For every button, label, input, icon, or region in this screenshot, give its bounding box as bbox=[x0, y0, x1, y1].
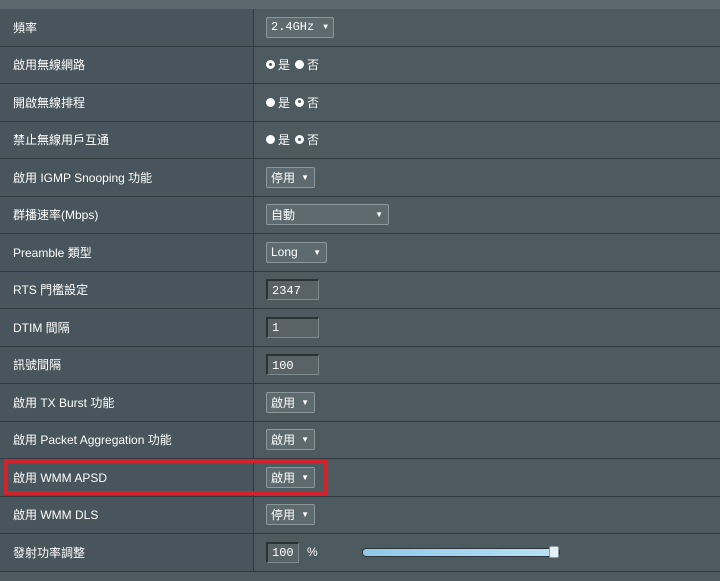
multicast-rate-label: 群播速率(Mbps) bbox=[0, 196, 254, 233]
wireless-schedule-value-cell: 是 否 bbox=[254, 84, 720, 121]
wireless-schedule-yes-label: 是 bbox=[278, 95, 291, 110]
chevron-down-icon: ▼ bbox=[301, 472, 309, 482]
frequency-select-value: 2.4GHz bbox=[271, 20, 315, 35]
client-isolation-value-cell: 是 否 bbox=[254, 121, 720, 158]
wmm-apsd-label: 啟用 WMM APSD bbox=[0, 459, 254, 496]
row-client-isolation: 禁止無線用戶互通 是 否 bbox=[0, 121, 720, 159]
enable-wireless-label: 啟用無線網路 bbox=[0, 46, 254, 83]
packet-aggregation-select[interactable]: 啟用 ▼ bbox=[266, 429, 315, 451]
wmm-apsd-value-cell: 啟用 ▼ bbox=[254, 459, 720, 496]
multicast-rate-select[interactable]: 自動 ▼ bbox=[266, 204, 389, 226]
dtim-interval-label: DTIM 間隔 bbox=[0, 309, 254, 346]
wmm-apsd-select[interactable]: 啟用 ▼ bbox=[266, 466, 315, 488]
igmp-snooping-select[interactable]: 停用 ▼ bbox=[266, 166, 315, 188]
chevron-down-icon: ▼ bbox=[375, 210, 383, 220]
row-wmm-apsd: 啟用 WMM APSD 啟用 ▼ bbox=[0, 459, 720, 497]
client-isolation-label: 禁止無線用戶互通 bbox=[0, 121, 254, 158]
tx-power-label: 發射功率調整 bbox=[0, 534, 254, 571]
wireless-settings-table: 頻率 2.4GHz ▼ 啟用無線網路 是 否 開啟無線排程 是 否 禁止無線用戶… bbox=[0, 9, 720, 572]
tx-burst-value-cell: 啟用 ▼ bbox=[254, 384, 720, 421]
row-preamble-type: Preamble 類型 Long ▼ bbox=[0, 234, 720, 272]
tx-power-slider-handle[interactable] bbox=[548, 545, 559, 558]
row-dtim-interval: DTIM 間隔 1 bbox=[0, 309, 720, 347]
tx-power-unit: % bbox=[307, 545, 318, 560]
row-beacon-interval: 訊號間隔 100 bbox=[0, 346, 720, 384]
chevron-down-icon: ▼ bbox=[323, 22, 328, 32]
row-frequency: 頻率 2.4GHz ▼ bbox=[0, 9, 720, 47]
frequency-value-cell: 2.4GHz ▼ bbox=[254, 9, 720, 46]
beacon-interval-input[interactable]: 100 bbox=[266, 354, 319, 376]
chevron-down-icon: ▼ bbox=[301, 435, 309, 445]
wireless-schedule-no-label: 否 bbox=[307, 95, 320, 110]
preamble-type-select-value: Long bbox=[271, 245, 298, 260]
row-tx-power: 發射功率調整 100 % bbox=[0, 534, 720, 572]
beacon-interval-label: 訊號間隔 bbox=[0, 346, 254, 383]
client-isolation-radio-group: 是 否 bbox=[266, 131, 321, 148]
wireless-schedule-label: 開啟無線排程 bbox=[0, 84, 254, 121]
client-isolation-no-radio[interactable] bbox=[295, 135, 305, 145]
enable-wireless-no-label: 否 bbox=[307, 58, 320, 73]
tx-burst-select[interactable]: 啟用 ▼ bbox=[266, 391, 315, 413]
igmp-snooping-value-cell: 停用 ▼ bbox=[254, 159, 720, 196]
client-isolation-no-label: 否 bbox=[307, 133, 320, 148]
row-multicast-rate: 群播速率(Mbps) 自動 ▼ bbox=[0, 196, 720, 234]
tx-burst-select-value: 啟用 bbox=[271, 395, 296, 410]
wmm-dls-label: 啟用 WMM DLS bbox=[0, 496, 254, 533]
enable-wireless-yes-radio[interactable] bbox=[266, 60, 275, 70]
tx-burst-label: 啟用 TX Burst 功能 bbox=[0, 384, 254, 421]
frequency-label: 頻率 bbox=[0, 9, 254, 46]
chevron-down-icon: ▼ bbox=[301, 172, 309, 182]
row-rts-threshold: RTS 門檻設定 2347 bbox=[0, 271, 720, 309]
row-enable-wireless: 啟用無線網路 是 否 bbox=[0, 46, 720, 84]
rts-threshold-input[interactable]: 2347 bbox=[266, 279, 319, 301]
preamble-type-select[interactable]: Long ▼ bbox=[266, 241, 327, 263]
wireless-schedule-radio-group: 是 否 bbox=[266, 94, 321, 111]
rts-threshold-value-cell: 2347 bbox=[254, 271, 720, 308]
rts-threshold-label: RTS 門檻設定 bbox=[0, 271, 254, 308]
multicast-rate-select-value: 自動 bbox=[271, 208, 296, 223]
chevron-down-icon: ▼ bbox=[313, 247, 321, 257]
preamble-type-label: Preamble 類型 bbox=[0, 234, 254, 271]
igmp-snooping-label: 啟用 IGMP Snooping 功能 bbox=[0, 159, 254, 196]
dtim-interval-input[interactable]: 1 bbox=[266, 316, 319, 338]
wmm-dls-select[interactable]: 停用 ▼ bbox=[266, 504, 315, 526]
enable-wireless-no-radio[interactable] bbox=[295, 60, 305, 70]
preamble-type-value-cell: Long ▼ bbox=[254, 234, 720, 271]
wireless-schedule-no-radio[interactable] bbox=[295, 97, 305, 107]
row-igmp-snooping: 啟用 IGMP Snooping 功能 停用 ▼ bbox=[0, 159, 720, 197]
enable-wireless-yes-label: 是 bbox=[278, 58, 291, 73]
enable-wireless-value-cell: 是 否 bbox=[254, 46, 720, 83]
row-wmm-dls: 啟用 WMM DLS 停用 ▼ bbox=[0, 496, 720, 534]
beacon-interval-value-cell: 100 bbox=[254, 346, 720, 383]
wmm-dls-value-cell: 停用 ▼ bbox=[254, 496, 720, 533]
row-wireless-schedule: 開啟無線排程 是 否 bbox=[0, 84, 720, 122]
wmm-dls-select-value: 停用 bbox=[271, 508, 296, 523]
tx-power-input[interactable]: 100 bbox=[266, 541, 299, 563]
client-isolation-yes-label: 是 bbox=[278, 133, 291, 148]
igmp-snooping-select-value: 停用 bbox=[271, 170, 296, 185]
row-tx-burst: 啟用 TX Burst 功能 啟用 ▼ bbox=[0, 384, 720, 422]
tx-power-value-cell: 100 % bbox=[254, 534, 720, 571]
wireless-schedule-yes-radio[interactable] bbox=[266, 97, 275, 107]
client-isolation-yes-radio[interactable] bbox=[266, 135, 275, 145]
tx-power-slider[interactable] bbox=[361, 545, 560, 558]
frequency-select[interactable]: 2.4GHz ▼ bbox=[266, 16, 334, 38]
packet-aggregation-select-value: 啟用 bbox=[271, 433, 296, 448]
wmm-apsd-select-value: 啟用 bbox=[271, 470, 296, 485]
packet-aggregation-value-cell: 啟用 ▼ bbox=[254, 421, 720, 458]
packet-aggregation-label: 啟用 Packet Aggregation 功能 bbox=[0, 421, 254, 458]
enable-wireless-radio-group: 是 否 bbox=[266, 56, 321, 73]
chevron-down-icon: ▼ bbox=[301, 510, 309, 520]
dtim-interval-value-cell: 1 bbox=[254, 309, 720, 346]
row-packet-aggregation: 啟用 Packet Aggregation 功能 啟用 ▼ bbox=[0, 421, 720, 459]
chevron-down-icon: ▼ bbox=[301, 397, 309, 407]
multicast-rate-value-cell: 自動 ▼ bbox=[254, 196, 720, 233]
